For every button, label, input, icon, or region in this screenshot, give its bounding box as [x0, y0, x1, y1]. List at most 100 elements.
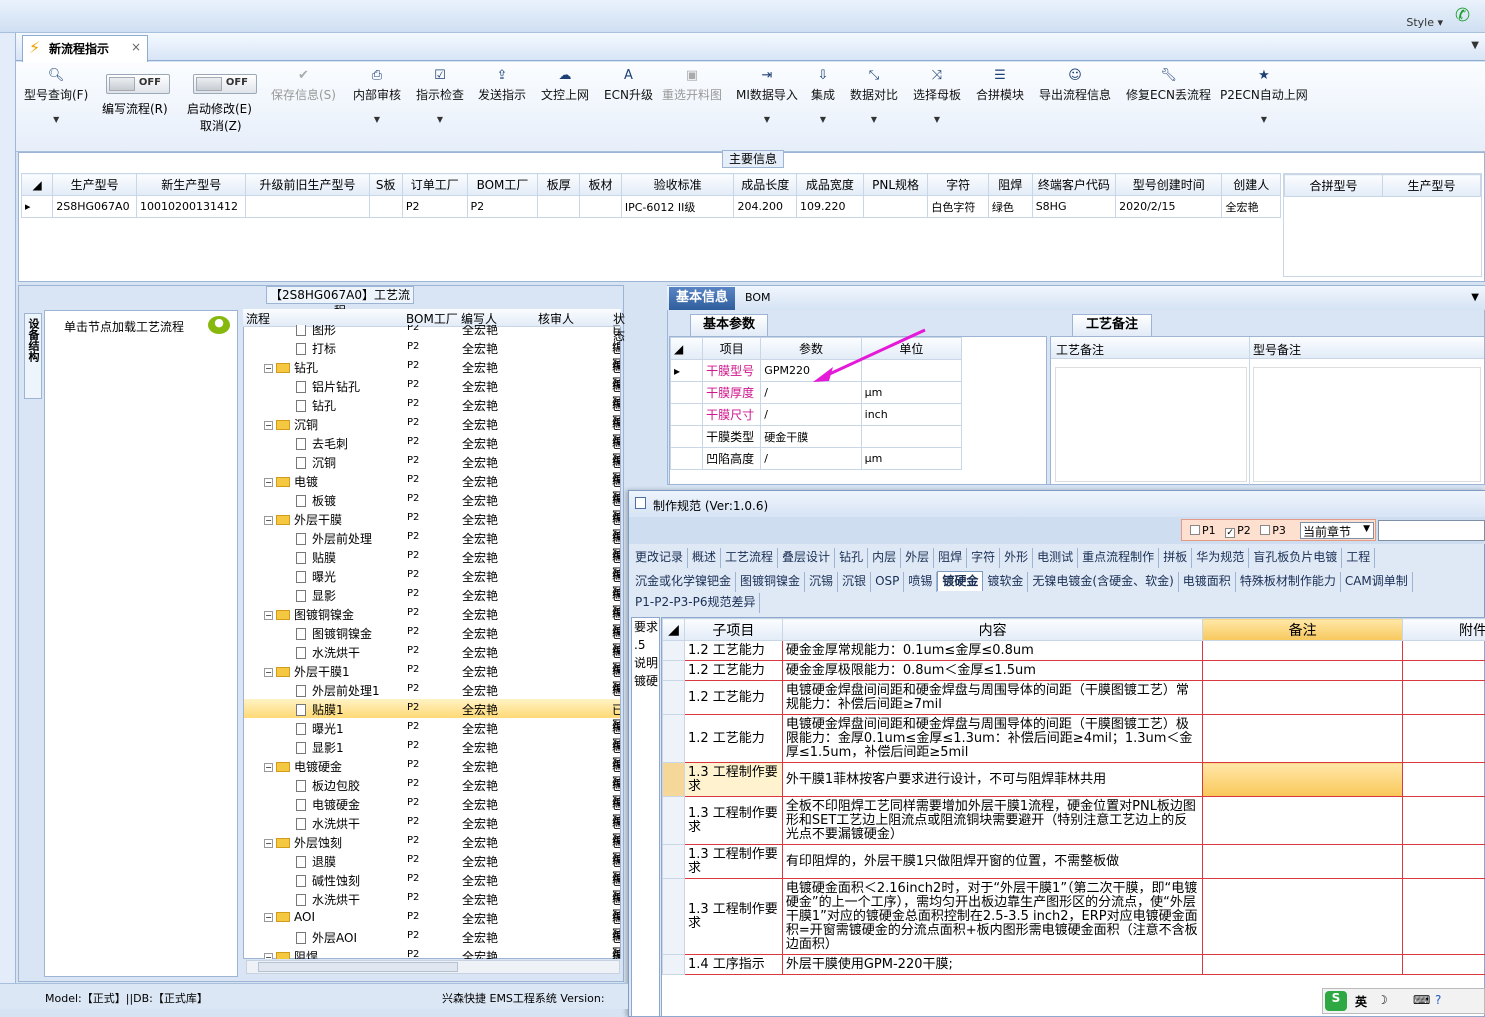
- data-compare-button[interactable]: ⤡ 数据对比 ▼: [850, 68, 898, 124]
- mi-import-button[interactable]: ⇥ MI数据导入 ▼: [736, 68, 798, 124]
- spec-row[interactable]: 1.3 工程制作要求 电镀硬金面积＜2.16inch2时，对于“外层干膜1”（第二…: [662, 878, 1485, 955]
- spec-row[interactable]: 1.3 工程制作要求 外干膜1菲林按客户要求进行设计，不可与阻焊菲林共用: [662, 762, 1485, 797]
- scrollbar-thumb[interactable]: [258, 962, 458, 972]
- main-col-header[interactable]: PNL规格: [862, 173, 929, 196]
- p2ecn-button[interactable]: ★ P2ECN自动上网 ▼: [1220, 68, 1308, 124]
- save-info-button[interactable]: ✔ 保存信息(S): [271, 68, 336, 103]
- chevron-down-icon[interactable]: ▼: [1471, 40, 1479, 51]
- chapter-tab[interactable]: CAM调单制: [1341, 572, 1413, 592]
- export-flow-button[interactable]: ☺ 导出流程信息: [1039, 68, 1111, 103]
- main-col-header[interactable]: 终端客户代码: [1031, 173, 1117, 196]
- tree-row[interactable]: 贴膜 P2 全宏艳 已编写: [244, 547, 620, 599]
- tree-row[interactable]: − 外层蚀刻 P2 全宏艳 已编写: [244, 832, 620, 884]
- collapse-icon[interactable]: −: [264, 668, 273, 677]
- spec-attachment[interactable]: [1402, 796, 1485, 845]
- param-value[interactable]: /: [760, 403, 862, 426]
- chapter-tab[interactable]: 电镀面积: [1179, 572, 1236, 592]
- main-cell[interactable]: 绿色: [987, 195, 1033, 218]
- param-row[interactable]: 干膜类型 硬金干膜: [669, 425, 963, 448]
- load-flow-text[interactable]: 单击节点加载工艺流程: [64, 318, 184, 335]
- chapter-tab[interactable]: 工程: [1342, 548, 1376, 568]
- chapter-tab[interactable]: 图镀铜镍金: [736, 572, 806, 592]
- spec-note[interactable]: [1202, 844, 1404, 879]
- moon-icon[interactable]: ☽: [1377, 993, 1388, 1007]
- chapter-tab[interactable]: 沉金或化学镍钯金: [631, 572, 737, 592]
- main-col-header[interactable]: 成品宽度: [796, 173, 864, 196]
- chapter-tab[interactable]: 重点流程制作: [1078, 548, 1160, 568]
- main-col-header[interactable]: 创建人: [1221, 173, 1281, 196]
- chapter-tab[interactable]: 电测试: [1033, 548, 1079, 568]
- collapse-icon[interactable]: −: [264, 611, 273, 620]
- main-cell[interactable]: 204.200: [733, 195, 798, 218]
- chevron-down-icon[interactable]: ▼: [416, 115, 464, 124]
- collapse-icon[interactable]: −: [264, 421, 273, 430]
- spec-note[interactable]: [1202, 640, 1404, 661]
- chapter-tab[interactable]: 外形: [1000, 548, 1034, 568]
- collapse-icon[interactable]: −: [264, 478, 273, 487]
- edit-flow-toggle[interactable]: OFF: [106, 74, 170, 94]
- phone-icon[interactable]: ✆: [1455, 6, 1475, 26]
- tree-row[interactable]: 水洗烘干 P2 全宏艳 已编写: [244, 642, 620, 694]
- main-col-header[interactable]: 板材: [579, 173, 622, 196]
- param-row[interactable]: 凹陷高度 / μm: [669, 447, 963, 470]
- merge-col-header[interactable]: 生产型号: [1382, 174, 1481, 197]
- doc-upload-button[interactable]: ☁ 文控上网: [541, 68, 589, 103]
- tree-row[interactable]: − 外层干膜 P2 全宏艳 已编写: [244, 509, 620, 561]
- chapter-tab[interactable]: 叠层设计: [778, 548, 836, 568]
- spec-note[interactable]: [1202, 954, 1404, 975]
- tree-row[interactable]: 水洗烘干 P2 全宏艳 已编写: [244, 813, 620, 865]
- spec-search-input[interactable]: [1378, 520, 1485, 541]
- main-col-header[interactable]: 型号创建时间: [1115, 173, 1223, 196]
- tree-row[interactable]: 沉铜 P2 全宏艳 已编写: [244, 452, 620, 504]
- p1-checkbox[interactable]: [1190, 525, 1200, 535]
- chevron-down-icon[interactable]: ▼: [24, 115, 88, 124]
- chapter-tab[interactable]: 沉银: [838, 572, 872, 592]
- spec-attachment[interactable]: [1402, 680, 1485, 715]
- spec-attachment[interactable]: [1402, 844, 1485, 879]
- chapter-tab[interactable]: 镀硬金: [937, 571, 984, 591]
- tree-row[interactable]: 碱性蚀刻 P2 全宏艳 已编写: [244, 870, 620, 922]
- spec-note[interactable]: [1202, 878, 1404, 955]
- tree-row[interactable]: − 沉铜 P2 全宏艳 已编写: [244, 414, 620, 466]
- main-col-header[interactable]: 升级前旧生产型号: [245, 173, 370, 196]
- close-icon[interactable]: ×: [131, 40, 141, 54]
- tree-row[interactable]: 板边包胶 P2 全宏艳 已编写: [244, 775, 620, 827]
- main-col-header[interactable]: 订单工厂: [401, 173, 468, 196]
- spec-note[interactable]: [1202, 680, 1404, 715]
- merge-col-header[interactable]: 合拼型号: [1284, 174, 1383, 197]
- tree-row[interactable]: − 电镀 P2 全宏艳 已编写: [244, 471, 620, 523]
- instruction-check-button[interactable]: ☑ 指示检查 ▼: [416, 68, 464, 124]
- tree-row[interactable]: 打标 P2 全宏艳 已编写: [244, 338, 620, 390]
- chapter-tab[interactable]: 盲孔板负片电镀: [1249, 548, 1343, 568]
- param-value[interactable]: 硬金干膜: [760, 425, 862, 448]
- main-col-header[interactable]: 成品长度: [733, 173, 798, 196]
- tab-bom[interactable]: BOM: [745, 291, 771, 304]
- main-cell[interactable]: 2020/2/15: [1115, 195, 1223, 218]
- main-col-header[interactable]: 新生产型号: [136, 173, 247, 196]
- chapter-tab[interactable]: 工艺流程: [721, 548, 779, 568]
- model-query-button[interactable]: 🔍︎ 型号查询(F) ▼: [24, 68, 88, 124]
- chapter-tab[interactable]: 喷锡: [904, 572, 938, 592]
- keyboard-icon[interactable]: ⌨: [1413, 993, 1430, 1007]
- model-remark-input[interactable]: [1253, 367, 1481, 482]
- tree-row[interactable]: 去毛刺 P2 全宏艳 已编写: [244, 433, 620, 485]
- spec-row[interactable]: 1.3 工程制作要求 全板不印阻焊工艺同样需要增加外层干膜1流程，硬金位置对PNL…: [662, 796, 1485, 845]
- chapter-tab[interactable]: 字符: [967, 548, 1001, 568]
- chapter-tab[interactable]: 拼板: [1159, 548, 1193, 568]
- spec-attachment[interactable]: [1402, 954, 1485, 975]
- main-cell[interactable]: 10010200131412: [136, 195, 247, 218]
- spec-attachment[interactable]: [1402, 878, 1485, 955]
- collapse-icon[interactable]: −: [264, 516, 273, 525]
- reselect-chart-button[interactable]: ▣ 重选开料图: [662, 68, 722, 103]
- tree-row[interactable]: − 钻孔 P2 全宏艳 已编写: [244, 357, 620, 409]
- tree-row[interactable]: 显影 P2 全宏艳 已编写: [244, 585, 620, 637]
- main-cell[interactable]: [245, 195, 370, 218]
- spec-note[interactable]: [1202, 796, 1404, 845]
- style-menu[interactable]: Style ▾: [1406, 16, 1443, 29]
- tree-row[interactable]: 外层前处理1P2全宏艳已编写: [244, 680, 620, 732]
- spec-attachment[interactable]: [1402, 714, 1485, 763]
- integrate-button[interactable]: ⇩ 集成 ▼: [811, 68, 835, 124]
- chapter-tab[interactable]: 华为规范: [1192, 548, 1250, 568]
- internal-review-button[interactable]: ⎙ 内部审核 ▼: [353, 68, 401, 124]
- chevron-down-icon[interactable]: ▼: [913, 115, 961, 124]
